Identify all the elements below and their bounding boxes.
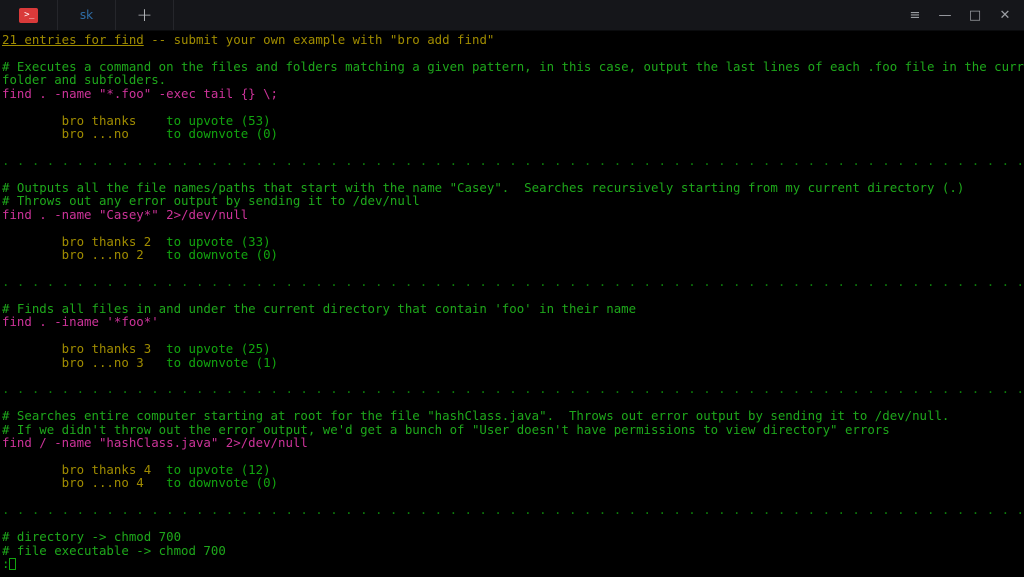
close-icon[interactable]: ✕ <box>998 8 1012 22</box>
entry-2-upvote-row: bro thanks 3 to upvote (25) <box>2 342 1024 355</box>
entry-0-upvote-row: bro thanks to upvote (53) <box>2 113 1024 127</box>
entry-1-downvote-command[interactable]: bro ...no 2 <box>2 247 166 262</box>
pager-prompt[interactable]: : <box>2 557 1024 570</box>
entry-0-downvote-row: bro ...no to downvote (0) <box>2 127 1024 140</box>
separator-3: . . . . . . . . . . . . . . . . . . . . … <box>2 502 1024 518</box>
entry-3-downvote-command[interactable]: bro ...no 4 <box>2 475 166 490</box>
text-cursor <box>9 558 17 571</box>
entry-2-downvote-row: bro ...no 3 to downvote (1) <box>2 354 1024 370</box>
entry-2-downvote-hint: to downvote (1) <box>166 354 279 370</box>
tab-terminal[interactable]: >_ <box>0 0 58 30</box>
entry-0-comment-0: # Executes a command on the files and fo… <box>2 58 1024 74</box>
maximize-icon[interactable]: □ <box>968 8 982 22</box>
tab-sk[interactable]: sk <box>58 0 116 30</box>
entry-3-command[interactable]: find / -name "hashClass.java" 2>/dev/nul… <box>2 436 1024 450</box>
entry-3-downvote-row: bro ...no 4 to downvote (0) <box>2 476 1024 489</box>
entry-1-downvote-hint: to downvote (0) <box>166 247 279 262</box>
terminal-icon: >_ <box>19 7 38 23</box>
entry-4-comment-1: # file executable -> chmod 700 <box>2 542 226 558</box>
entry-0-command[interactable]: find . -name "*.foo" -exec tail {} \; <box>2 86 1024 100</box>
entry-0-downvote-hint: to downvote (0) <box>166 126 279 142</box>
separator-0: . . . . . . . . . . . . . . . . . . . . … <box>2 152 1024 168</box>
tab-sk-label: sk <box>79 8 94 22</box>
entry-3-comment-1: # If we didn't throw out the error outpu… <box>2 421 890 437</box>
pager-prompt-symbol: : <box>2 556 10 572</box>
entry-2-downvote-command[interactable]: bro ...no 3 <box>2 355 166 370</box>
entries-count-label: 21 entries for find <box>2 32 144 47</box>
title-bar: >_ sk + ≡ — □ ✕ <box>0 0 1024 31</box>
entries-header: 21 entries for find -- submit your own e… <box>2 33 1024 46</box>
entry-3-downvote-hint: to downvote (0) <box>166 475 279 491</box>
entry-1-upvote-row: bro thanks 2 to upvote (33) <box>2 234 1024 248</box>
entry-3-upvote-row: bro thanks 4 to upvote (12) <box>2 463 1024 476</box>
new-tab-button[interactable]: + <box>116 0 174 30</box>
entries-hint-label: -- submit your own example with "bro add… <box>143 32 495 47</box>
hamburger-menu-icon[interactable]: ≡ <box>908 8 922 22</box>
separator-2: . . . . . . . . . . . . . . . . . . . . … <box>2 381 1024 397</box>
entry-1-downvote-row: bro ...no 2 to downvote (0) <box>2 248 1024 261</box>
entry-2-command[interactable]: find . -iname '*foo*' <box>2 315 1024 329</box>
entry-0-downvote-command[interactable]: bro ...no <box>2 126 166 141</box>
entry-1-command[interactable]: find . -name "Casey*" 2>/dev/null <box>2 207 1024 221</box>
terminal-output[interactable]: 21 entries for find -- submit your own e… <box>0 31 1024 577</box>
entry-2-comment-0: # Finds all files in and under the curre… <box>2 300 637 316</box>
entry-0-comment-1: folder and subfolders. <box>2 72 167 88</box>
window-controls: ≡ — □ ✕ <box>908 0 1024 30</box>
entry-1-comment-1: # Throws out any error output by sending… <box>2 193 420 209</box>
entry-4-comment-0: # directory -> chmod 700 <box>2 529 182 545</box>
titlebar-drag-area[interactable] <box>174 0 908 30</box>
minimize-icon[interactable]: — <box>938 8 952 22</box>
entry-1-comment-0: # Outputs all the file names/paths that … <box>2 179 965 195</box>
separator-1: . . . . . . . . . . . . . . . . . . . . … <box>2 273 1024 289</box>
entry-3-comment-0: # Searches entire computer starting at r… <box>2 408 950 424</box>
